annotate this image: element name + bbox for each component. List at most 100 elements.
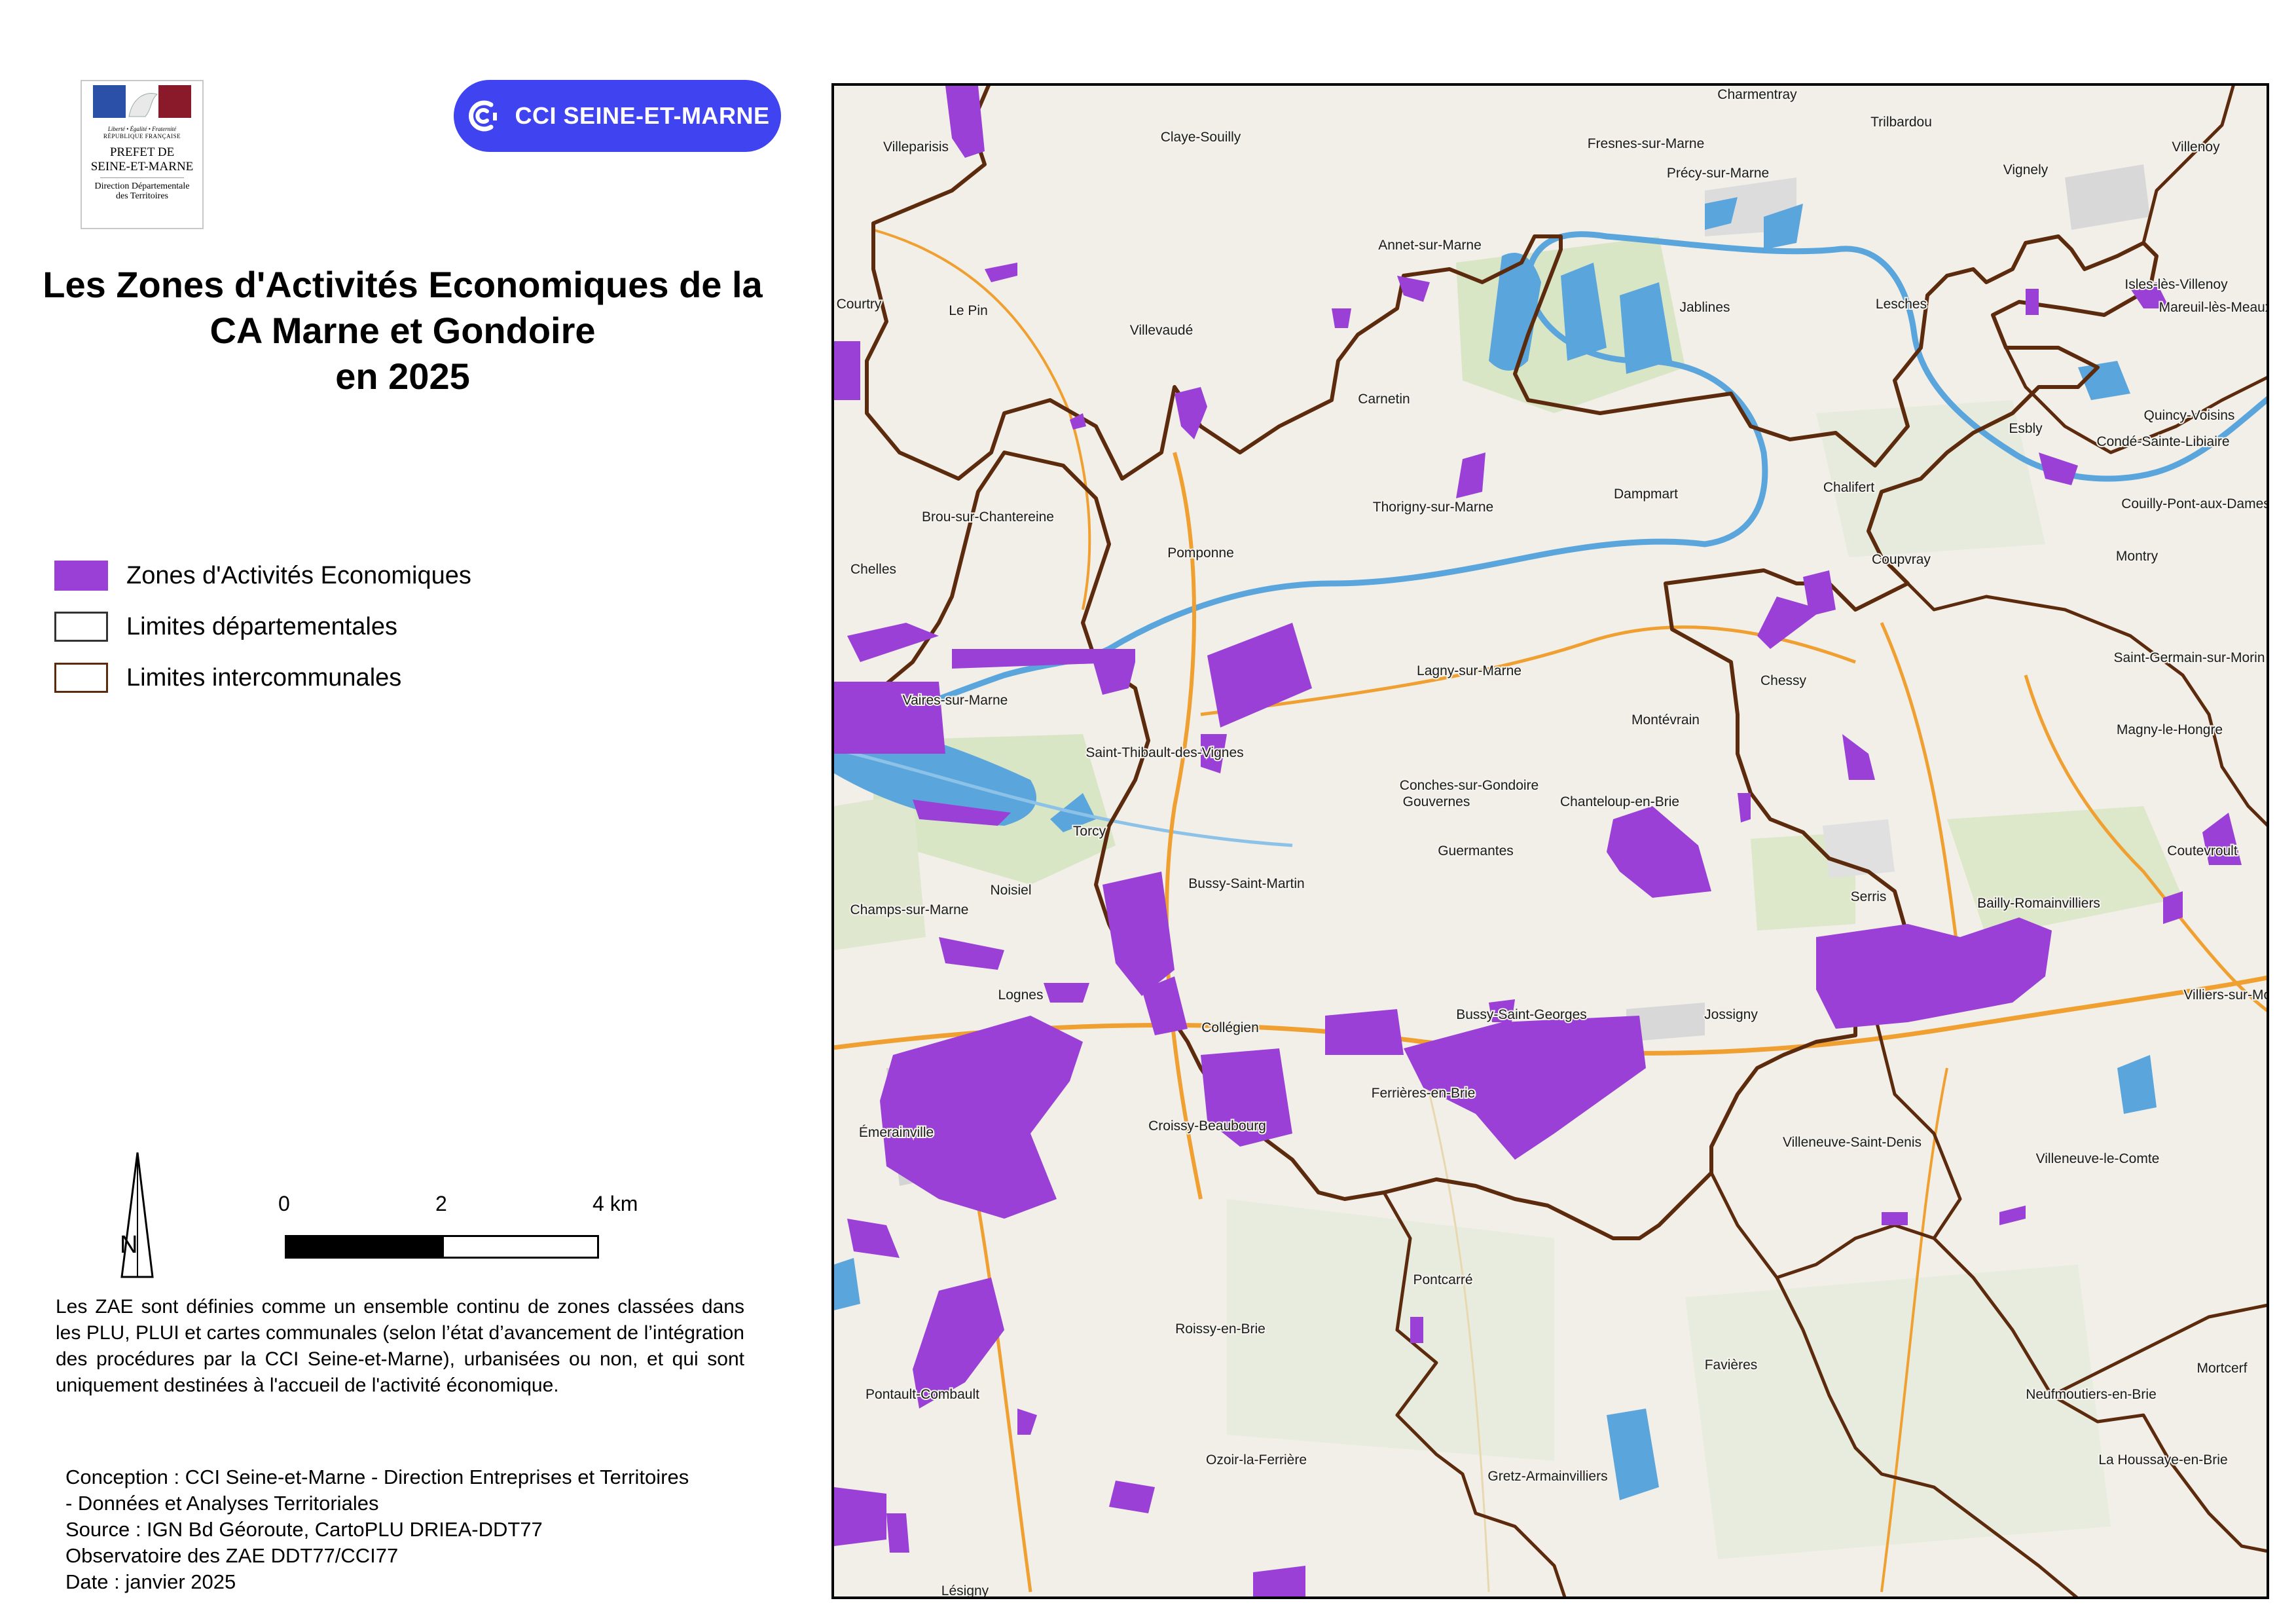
- place-label: Vignely: [2003, 162, 2049, 177]
- place-label: Jablines: [1679, 300, 1730, 315]
- prefet-logo: Liberté • Égalité • Fraternité RÉPUBLIQU…: [81, 80, 204, 229]
- place-label: Villeneuve-le-Comte: [2036, 1151, 2160, 1166]
- place-label: Villeparisis: [883, 139, 949, 155]
- map-canvas[interactable]: Charmentray Villeparisis Claye-Souilly Fres…: [834, 86, 2267, 1596]
- prefet-republic: RÉPUBLIQUE FRANÇAISE: [103, 133, 181, 139]
- place-label: Gretz-Armainvilliers: [1487, 1469, 1607, 1484]
- place-label: Esbly: [2009, 421, 2043, 436]
- cci-logo-text: CCI SEINE-ET-MARNE: [515, 102, 770, 129]
- place-label: Bussy-Saint-Martin: [1188, 876, 1304, 891]
- marianne-flag-icon: [93, 85, 191, 118]
- place-label: Chalifert: [1823, 480, 1874, 495]
- place-label: Magny-le-Hongre: [2117, 722, 2223, 737]
- place-label: Chessy: [1760, 673, 1807, 688]
- place-label: Saint-Thibault-des-Vignes: [1085, 745, 1243, 760]
- place-label: Villenoy: [2172, 139, 2220, 155]
- legend-item-departmental: Limites départementales: [54, 601, 471, 652]
- place-label: Trilbardou: [1870, 115, 1932, 130]
- legend-swatch-zae: [54, 561, 108, 591]
- place-label: Ferrières-en-Brie: [1372, 1086, 1476, 1101]
- place-label: Carnetin: [1358, 392, 1410, 407]
- place-label: Brou-sur-Chantereine: [922, 509, 1054, 525]
- place-label: Condé-Sainte-Libiaire: [2096, 434, 2229, 449]
- place-label: Chanteloup-en-Brie: [1560, 794, 1679, 809]
- zae-definition: Les ZAE sont définies comme un ensemble …: [56, 1296, 744, 1396]
- legend-item-intercommunal: Limites intercommunales: [54, 652, 471, 703]
- place-label: Conches-sur-Gondoire: [1400, 778, 1539, 793]
- place-label: Bailly-Romainvilliers: [1977, 896, 2100, 911]
- place-label: Montry: [2116, 549, 2159, 564]
- place-label: Pontault-Combault: [866, 1387, 979, 1402]
- place-label: Favières: [1705, 1357, 1758, 1373]
- legend: Zones d'Activités Economiques Limites dé…: [54, 550, 471, 703]
- place-label: Montévrain: [1631, 712, 1700, 728]
- place-label: Thorigny-sur-Marne: [1373, 500, 1493, 515]
- place-label: Dampmart: [1614, 487, 1678, 502]
- place-label: Coupvray: [1872, 552, 1931, 567]
- place-label: Annet-sur-Marne: [1378, 238, 1482, 253]
- prefet-line2: SEINE-ET-MARNE: [90, 160, 194, 174]
- credit-line-2: - Données et Analyses Territoriales: [65, 1492, 379, 1515]
- place-label: Villiers-sur-Morin: [2183, 987, 2267, 1003]
- scale-bar: [285, 1235, 599, 1259]
- place-label: Claye-Souilly: [1161, 130, 1241, 145]
- credit-line-5: Date : janvier 2025: [65, 1570, 236, 1593]
- place-label: Guermantes: [1438, 843, 1514, 858]
- north-label: N: [120, 1231, 138, 1259]
- legend-swatch-intercommunal: [54, 663, 108, 693]
- title-line-1: Les Zones d'Activités Economiques de la: [43, 264, 763, 305]
- cci-mark-icon: [469, 100, 498, 132]
- prefet-line4: des Territoires: [115, 191, 168, 201]
- place-label: Bussy-Saint-Georges: [1456, 1007, 1587, 1022]
- place-label: Émerainville: [859, 1125, 934, 1140]
- place-label: Isles-lès-Villenoy: [2124, 277, 2228, 292]
- credit-line-3: Source : IGN Bd Géoroute, CartoPLU DRIEA…: [65, 1518, 543, 1541]
- credits: Conception : CCI Seine-et-Marne - Direct…: [65, 1464, 773, 1595]
- place-label: Couilly-Pont-aux-Dames: [2121, 496, 2267, 511]
- place-label: Roissy-en-Brie: [1175, 1321, 1266, 1337]
- place-label: Ozoir-la-Ferrière: [1206, 1452, 1307, 1467]
- legend-label-departmental: Limites départementales: [126, 612, 397, 640]
- map-frame[interactable]: Charmentray Villeparisis Claye-Souilly Fres…: [831, 83, 2269, 1599]
- place-label: Pontcarré: [1413, 1272, 1472, 1287]
- prefet-line1: PREFET DE: [109, 145, 175, 159]
- credit-line-4: Observatoire des ZAE DDT77/CCI77: [65, 1544, 399, 1567]
- legend-label-zae: Zones d'Activités Economiques: [126, 561, 471, 589]
- place-label: Collégien: [1201, 1020, 1259, 1035]
- place-label: Villeneuve-Saint-Denis: [1783, 1135, 1922, 1150]
- legend-swatch-departmental: [54, 612, 108, 642]
- place-label: Charmentray: [1717, 87, 1797, 102]
- map-title: Les Zones d'Activités Economiques de la …: [39, 262, 766, 399]
- place-label: Neufmoutiers-en-Brie: [2026, 1387, 2157, 1402]
- legend-item-zae: Zones d'Activités Economiques: [54, 550, 471, 601]
- place-label: Serris: [1851, 889, 1887, 904]
- north-arrow-icon: [120, 1152, 154, 1278]
- scale-label-4: 4 km: [592, 1192, 638, 1215]
- place-label: Vaires-sur-Marne: [903, 693, 1008, 708]
- place-label: Gouvernes: [1403, 794, 1470, 809]
- place-label: Pomponne: [1167, 545, 1234, 561]
- place-label: Saint-Germain-sur-Morin: [2113, 650, 2265, 665]
- place-label: Chelles: [850, 562, 896, 577]
- place-label: La Houssaye-en-Brie: [2098, 1452, 2227, 1467]
- place-label: Coutevroult: [2167, 843, 2238, 858]
- place-label: Fresnes-sur-Marne: [1588, 136, 1705, 151]
- credit-line-1: Conception : CCI Seine-et-Marne - Direct…: [65, 1466, 689, 1488]
- place-label: Mareuil-lès-Meaux: [2159, 300, 2267, 315]
- place-label: Précy-sur-Marne: [1667, 166, 1769, 181]
- place-label: Le Pin: [949, 303, 988, 318]
- place-label: Lesches: [1876, 297, 1927, 312]
- cci-logo: CCI SEINE-ET-MARNE: [454, 80, 781, 152]
- place-label: Lognes: [998, 987, 1044, 1003]
- title-line-2: CA Marne et Gondoire: [210, 310, 596, 351]
- place-label: Quincy-Voisins: [2144, 408, 2235, 423]
- place-label: Croissy-Beaubourg: [1148, 1118, 1266, 1134]
- place-label: Villevaudé: [1130, 323, 1194, 338]
- scale-label-2: 2: [435, 1192, 447, 1215]
- legend-label-intercommunal: Limites intercommunales: [126, 663, 402, 692]
- place-label: Courtry: [837, 297, 882, 312]
- place-label: Lagny-sur-Marne: [1417, 663, 1522, 678]
- prefet-motto: Liberté • Égalité • Fraternité: [107, 126, 177, 132]
- place-label: Jossigny: [1704, 1007, 1758, 1022]
- place-label: Torcy: [1073, 824, 1106, 839]
